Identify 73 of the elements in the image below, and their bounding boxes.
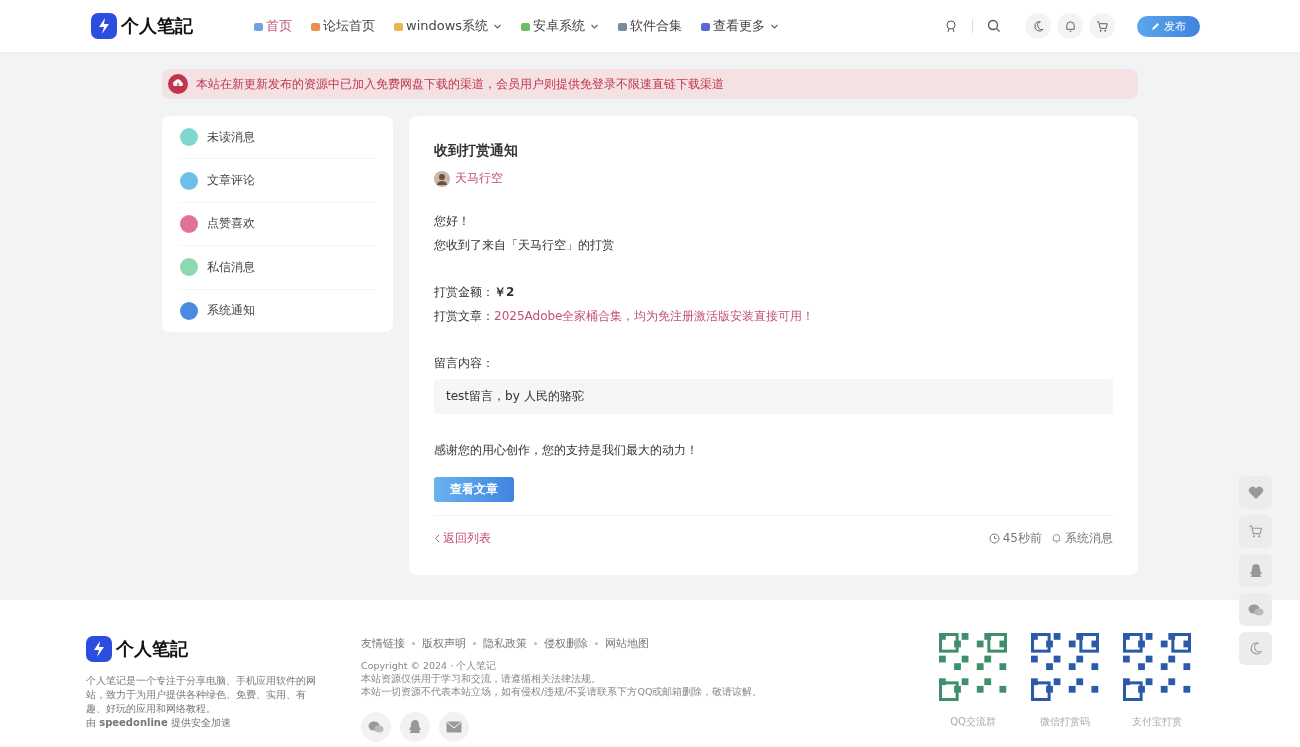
pencil-icon bbox=[1151, 21, 1160, 31]
nav-link[interactable]: windows系统 bbox=[393, 17, 503, 35]
nav-link[interactable]: 查看更多 bbox=[700, 17, 780, 35]
message-title: 收到打赏通知 bbox=[434, 142, 519, 160]
footer-link[interactable]: 隐私政策 bbox=[483, 636, 527, 651]
heart-icon bbox=[1247, 485, 1264, 500]
qr-caption: QQ交流群 bbox=[950, 715, 996, 729]
envelope-icon bbox=[446, 721, 462, 733]
article-label: 打赏文章： bbox=[434, 309, 494, 323]
footer-link[interactable]: 友情链接 bbox=[361, 636, 405, 651]
moon-icon bbox=[1248, 641, 1263, 656]
bell-icon bbox=[1051, 533, 1062, 544]
comment-label: 留言内容： bbox=[434, 355, 495, 372]
thanks-text: 感谢您的用心创作，您的支持是我们最大的动力！ bbox=[434, 442, 699, 459]
chat-bubbles-icon bbox=[368, 720, 384, 734]
back-link[interactable]: 返回列表 bbox=[434, 530, 491, 547]
footer-link[interactable]: 侵权删除 bbox=[544, 636, 588, 651]
intro-text: 您收到了来自「天马行空」的打赏 bbox=[434, 237, 615, 254]
moon-icon bbox=[1031, 19, 1045, 33]
bell-icon bbox=[1063, 19, 1077, 33]
logo-text[interactable]: 个人笔記 bbox=[121, 14, 193, 38]
greeting-text: 您好！ bbox=[434, 213, 471, 230]
download-cloud-icon bbox=[168, 74, 188, 94]
like-button[interactable] bbox=[1239, 476, 1272, 509]
category-text: 系统消息 bbox=[1065, 530, 1113, 547]
logo-icon bbox=[91, 13, 117, 39]
author-link[interactable]: 天马行空 bbox=[455, 170, 503, 187]
search-icon[interactable] bbox=[987, 19, 1001, 33]
dark-mode-button[interactable] bbox=[1025, 13, 1051, 39]
badge-icon[interactable] bbox=[944, 19, 958, 33]
copyright-text: Copyright © 2024 · 个人笔记 bbox=[361, 659, 498, 672]
sidebar-item[interactable]: 点赞喜欢 bbox=[180, 202, 375, 247]
email-button[interactable] bbox=[439, 712, 469, 742]
wechat-button[interactable] bbox=[1239, 593, 1272, 626]
cart-button[interactable] bbox=[1239, 515, 1272, 548]
logo-icon bbox=[86, 636, 112, 662]
avatar-icon bbox=[434, 170, 450, 187]
comment-text: test留言，by 人民的骆驼 bbox=[434, 379, 1113, 414]
nav-link[interactable]: 软件合集 bbox=[617, 17, 683, 35]
logo-text: 个人笔記 bbox=[116, 637, 188, 661]
copyright-text: 本站一切资源不代表本站立场，如有侵权/违规/不妥请联系下方QQ或邮箱删除，敬请谅解。 bbox=[361, 685, 764, 698]
nav-link[interactable]: 安卓系统 bbox=[520, 17, 600, 35]
site-description: 个人笔记是一个专注于分享电脑、手机应用软件的网站，致力于为用户提供各种绿色、免费、实用、有趣、好玩的应用和网络教程。 bbox=[86, 674, 317, 716]
sidebar-item[interactable]: 文章评论 bbox=[180, 159, 375, 203]
cart-icon bbox=[1095, 19, 1109, 33]
wechat-button[interactable] bbox=[361, 712, 391, 742]
cart-icon bbox=[1247, 524, 1264, 539]
nav-link[interactable]: 论坛首页 bbox=[310, 17, 375, 35]
footer-link[interactable]: 版权声明 bbox=[422, 636, 466, 651]
footer-link[interactable]: 网站地图 bbox=[605, 636, 649, 651]
penguin-icon bbox=[408, 719, 422, 735]
dark-mode-button[interactable] bbox=[1239, 632, 1272, 665]
clock-icon bbox=[988, 533, 1000, 544]
chevron-left-icon bbox=[434, 534, 440, 543]
cart-button[interactable] bbox=[1089, 13, 1115, 39]
time-text: 45秒前 bbox=[1002, 530, 1042, 547]
notice-text: 本站在新更新发布的资源中已加入免费网盘下载的渠道，会员用户则提供免登录不限速直链下载渠道 bbox=[196, 75, 724, 93]
penguin-icon bbox=[1248, 562, 1263, 579]
qr-caption: 支付宝打赏 bbox=[1132, 715, 1182, 729]
nav-link[interactable]: 首页 bbox=[253, 17, 292, 35]
qr-caption: 微信打赏码 bbox=[1040, 715, 1090, 729]
sidebar-item[interactable]: 未读消息 bbox=[180, 116, 375, 160]
amount-value: ￥2 bbox=[494, 285, 515, 299]
sidebar-item[interactable]: 私信消息 bbox=[180, 246, 375, 290]
cdn-note: 由 speedonline 提供安全加速 bbox=[86, 716, 232, 730]
copyright-text: 本站资源仅供用于学习和交流，请遵循相关法律法规。 bbox=[361, 672, 602, 685]
amount-label: 打赏金额： bbox=[434, 285, 494, 299]
article-link[interactable]: 2025Adobe全家桶合集，均为免注册激活版安装直接可用！ bbox=[494, 309, 815, 323]
notification-button[interactable] bbox=[1057, 13, 1083, 39]
chat-bubbles-icon bbox=[1247, 602, 1264, 617]
qq-button[interactable] bbox=[400, 712, 430, 742]
sidebar-item[interactable]: 系统通知 bbox=[180, 289, 375, 332]
qq-button[interactable] bbox=[1239, 554, 1272, 587]
